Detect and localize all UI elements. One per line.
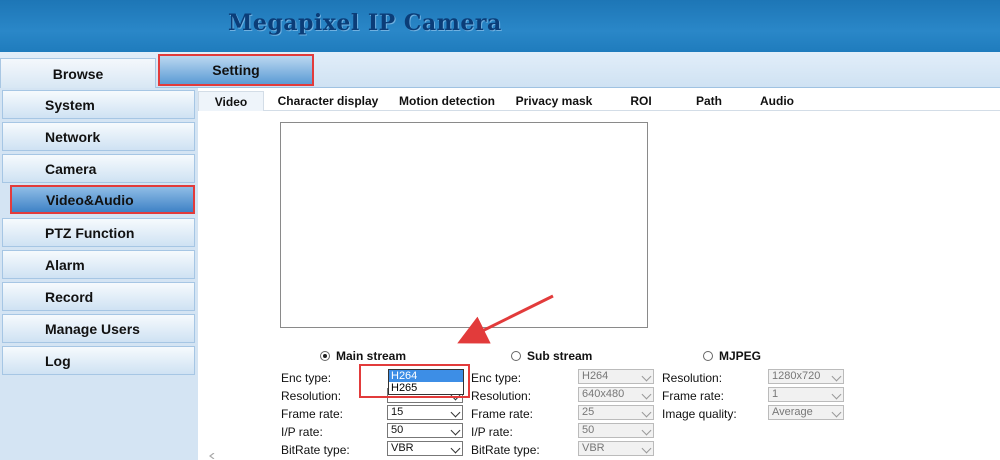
sub-frame-rate-select[interactable]: 25: [578, 405, 654, 420]
sidebar-item-record[interactable]: Record: [2, 282, 195, 311]
chevron-down-icon: [641, 389, 652, 400]
radio-button[interactable]: [703, 351, 713, 361]
sidebar-item-ptz-function[interactable]: PTZ Function: [2, 218, 195, 247]
sidebar-item-network[interactable]: Network: [2, 122, 195, 151]
chevron-down-icon: [641, 425, 652, 436]
sub-resolution-label: Resolution:: [471, 389, 532, 403]
mjpeg-image-quality-select[interactable]: Average: [768, 405, 844, 420]
mjpeg-frame-rate-label: Frame rate:: [662, 389, 725, 403]
subtab-bar: Video Character display Motion detection…: [198, 91, 1000, 111]
sidebar-item-video-audio[interactable]: Video&Audio: [10, 185, 195, 214]
sub-resolution-value: 640x480: [582, 388, 625, 400]
enc-type-dropdown-list[interactable]: H264 H265: [388, 369, 464, 395]
radio-mjpeg[interactable]: MJPEG: [703, 349, 761, 363]
subtab-video[interactable]: Video: [198, 91, 264, 111]
main-ip-rate-value: 50: [391, 424, 404, 436]
radio-main-stream[interactable]: Main stream: [320, 349, 406, 363]
sub-ip-rate-select[interactable]: 50: [578, 423, 654, 438]
mjpeg-frame-rate-select[interactable]: 1: [768, 387, 844, 402]
subtab-motion-detection[interactable]: Motion detection: [392, 91, 502, 111]
main-enc-type-label: Enc type:: [281, 371, 332, 385]
radio-button-checked[interactable]: [320, 351, 330, 361]
scroll-left-icon[interactable]: [208, 453, 216, 459]
mjpeg-resolution-select[interactable]: 1280x720: [768, 369, 844, 384]
subtab-path[interactable]: Path: [678, 91, 740, 111]
sub-enc-type-label: Enc type:: [471, 371, 522, 385]
main-ip-rate-select[interactable]: 50: [387, 423, 463, 438]
subtab-roi[interactable]: ROI: [608, 91, 674, 111]
mjpeg-frame-rate-value: 1: [772, 388, 779, 400]
app-title: Megapixel IP Camera: [228, 10, 502, 36]
sub-frame-rate-label: Frame rate:: [471, 407, 534, 421]
sub-resolution-select[interactable]: 640x480: [578, 387, 654, 402]
main-frame-rate-select[interactable]: 15: [387, 405, 463, 420]
chevron-down-icon: [831, 389, 842, 400]
sidebar-item-system[interactable]: System: [2, 90, 195, 119]
chevron-down-icon: [641, 443, 652, 454]
sub-enc-type-select[interactable]: H264: [578, 369, 654, 384]
subtab-privacy-mask[interactable]: Privacy mask: [506, 91, 602, 111]
main-resolution-label: Resolution:: [281, 389, 342, 403]
mjpeg-resolution-label: Resolution:: [662, 371, 723, 385]
enc-option-h264[interactable]: H264: [389, 370, 463, 382]
enc-option-h265[interactable]: H265: [389, 382, 463, 394]
mjpeg-image-quality-value: Average: [772, 406, 813, 418]
radio-sub-stream[interactable]: Sub stream: [511, 349, 592, 363]
chevron-down-icon: [831, 407, 842, 418]
main-bitrate-type-value: VBR: [391, 442, 414, 454]
sidebar-item-camera[interactable]: Camera: [2, 154, 195, 183]
subtab-character-display[interactable]: Character display: [268, 91, 388, 111]
mjpeg-resolution-value: 1280x720: [772, 370, 821, 382]
sub-frame-rate-value: 25: [582, 406, 595, 418]
sidebar-item-alarm[interactable]: Alarm: [2, 250, 195, 279]
mjpeg-image-quality-label: Image quality:: [662, 407, 737, 421]
sub-bitrate-type-value: VBR: [582, 442, 605, 454]
settings-content: Video Character display Motion detection…: [198, 88, 1000, 460]
video-preview: [280, 122, 648, 328]
main-stream-label: Main stream: [336, 349, 407, 363]
sub-enc-type-value: H264: [582, 370, 609, 382]
mjpeg-label: MJPEG: [719, 349, 762, 363]
chevron-down-icon: [450, 443, 461, 454]
tab-browse[interactable]: Browse: [0, 58, 156, 88]
main-frame-rate-value: 15: [391, 406, 404, 418]
sub-ip-rate-label: I/P rate:: [471, 425, 513, 439]
sidebar-item-log[interactable]: Log: [2, 346, 195, 375]
top-tab-bar: Browse Setting: [0, 52, 1000, 88]
tab-setting[interactable]: Setting: [158, 54, 314, 86]
sidebar-item-manage-users[interactable]: Manage Users: [2, 314, 195, 343]
chevron-down-icon: [641, 407, 652, 418]
sub-bitrate-type-select[interactable]: VBR: [578, 441, 654, 456]
main-bitrate-type-select[interactable]: VBR: [387, 441, 463, 456]
sub-stream-label: Sub stream: [527, 349, 593, 363]
sidebar: System Network Camera Video&Audio PTZ Fu…: [0, 88, 198, 460]
chevron-down-icon: [641, 371, 652, 382]
chevron-down-icon: [450, 425, 461, 436]
main-bitrate-type-label: BitRate type:: [281, 443, 350, 457]
subtab-audio[interactable]: Audio: [744, 91, 810, 111]
main-frame-rate-label: Frame rate:: [281, 407, 344, 421]
header-banner: Megapixel IP Camera: [0, 0, 1000, 52]
radio-button[interactable]: [511, 351, 521, 361]
sub-bitrate-type-label: BitRate type:: [471, 443, 540, 457]
sub-ip-rate-value: 50: [582, 424, 595, 436]
chevron-down-icon: [831, 371, 842, 382]
main-ip-rate-label: I/P rate:: [281, 425, 323, 439]
chevron-down-icon: [450, 407, 461, 418]
